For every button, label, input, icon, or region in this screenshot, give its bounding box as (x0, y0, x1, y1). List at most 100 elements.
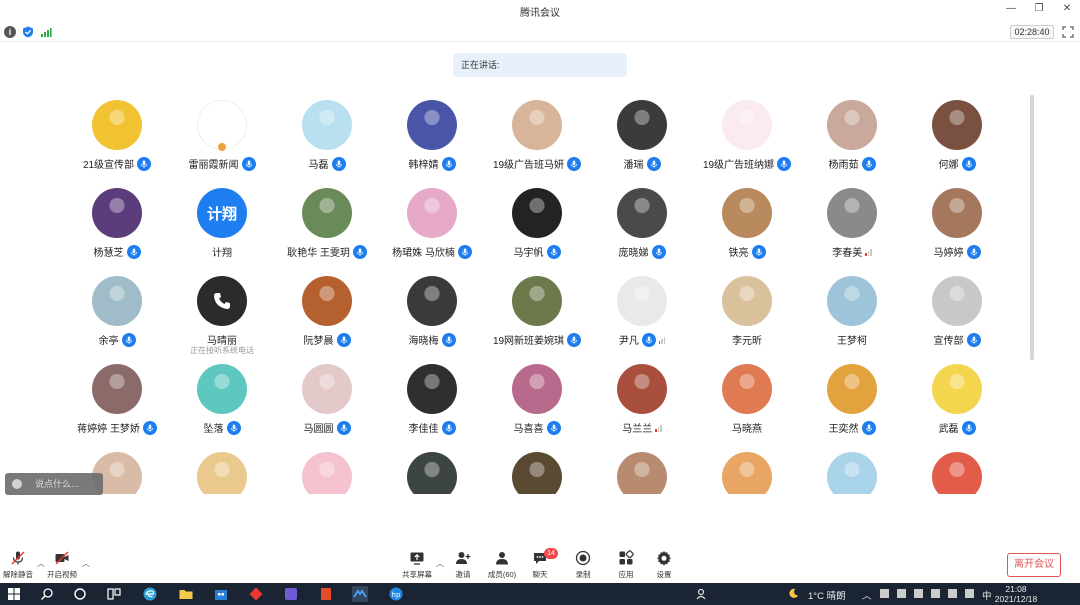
tray-app-icon-4[interactable] (931, 589, 940, 598)
mic-on-icon (751, 244, 766, 259)
participant-tile[interactable]: 19级广告班马妍 (483, 98, 591, 186)
participant-tile[interactable]: 铁亮 (693, 186, 801, 274)
participant-tile[interactable] (483, 450, 591, 494)
participant-tile[interactable]: 宣传部 (903, 274, 1008, 362)
participant-tile[interactable]: 雷丽霞新闻 (168, 98, 276, 186)
participant-tile[interactable]: 余亭 (63, 274, 171, 362)
participant-tile[interactable]: 马圆圆 (273, 362, 381, 450)
file-explorer-icon[interactable] (178, 586, 194, 602)
grid-scrollbar[interactable] (1030, 95, 1034, 360)
participant-tile[interactable]: 21级宣传部 (63, 98, 171, 186)
window-title: 腾讯会议 (520, 8, 560, 19)
participant-tile[interactable]: 蒋婷婷 王梦娇 (63, 362, 171, 450)
chat-quick-input[interactable]: 说点什么... (5, 473, 103, 495)
participant-tile[interactable]: 武磊 (903, 362, 1008, 450)
participant-tile[interactable]: 19网新班姜婉琪 (483, 274, 591, 362)
participant-tile[interactable]: 庞晓娣 (588, 186, 696, 274)
participant-tile[interactable]: 马兰兰 (588, 362, 696, 450)
meeting-toolbar: 解除静音 ︿ 开启视频 ︿ 共享屏幕 ︿ 邀请 成员(60) 聊天 14 录制 … (0, 540, 1080, 583)
minimize-button[interactable]: — (1004, 3, 1018, 14)
tray-app-icon-1[interactable] (880, 589, 889, 598)
tray-expand-chevron-icon[interactable]: ︿ (862, 588, 872, 602)
participant-avatar (407, 188, 457, 238)
participant-tile[interactable]: 王奕然 (798, 362, 906, 450)
participant-tile[interactable]: 李春美 (798, 186, 906, 274)
maximize-button[interactable]: ❐ (1032, 3, 1046, 14)
participant-tile[interactable]: 尹凡 (588, 274, 696, 362)
participant-tile[interactable]: 李元昕 (693, 274, 801, 362)
shield-icon[interactable] (22, 26, 34, 38)
tencent-meeting-icon[interactable] (352, 586, 368, 602)
fullscreen-icon[interactable] (1062, 26, 1074, 38)
participant-avatar (827, 452, 877, 494)
share-screen-button[interactable]: 共享屏幕 (395, 550, 439, 580)
office-icon[interactable] (318, 586, 334, 602)
participant-tile[interactable]: 马磊 (273, 98, 381, 186)
participant-tile[interactable] (273, 450, 381, 494)
volume-icon[interactable] (948, 589, 957, 598)
mic-on-icon (646, 156, 661, 171)
participant-tile[interactable]: 李佳佳 (378, 362, 486, 450)
participant-name: 蒋婷婷 王梦娇 (77, 424, 140, 435)
participant-tile[interactable]: 何娜 (903, 98, 1008, 186)
clock-date: 2021/12/18 (994, 594, 1038, 604)
participant-tile[interactable]: 杨雨茹 (798, 98, 906, 186)
participant-tile[interactable] (903, 450, 1008, 494)
settings-button[interactable]: 设置 (642, 550, 686, 580)
network-signal-icon[interactable] (40, 26, 52, 38)
people-icon[interactable] (694, 586, 710, 602)
invite-button[interactable]: 邀请 (441, 550, 485, 580)
participant-tile[interactable]: 潘瑞 (588, 98, 696, 186)
search-icon[interactable] (39, 586, 55, 602)
participant-tile[interactable]: 耿艳华 王雯玥 (273, 186, 381, 274)
participant-avatar (302, 452, 352, 494)
wifi-icon[interactable] (965, 589, 974, 598)
red-app-icon[interactable] (248, 586, 264, 602)
video-options-chevron-icon[interactable]: ︿ (82, 558, 90, 569)
task-view-icon[interactable] (106, 586, 122, 602)
participant-avatar (512, 276, 562, 326)
participant-tile[interactable]: 阮梦晨 (273, 274, 381, 362)
close-button[interactable]: ✕ (1060, 3, 1074, 14)
edge-browser-icon[interactable] (142, 586, 158, 602)
tray-app-icon-2[interactable] (897, 589, 906, 598)
unmute-button[interactable]: 解除静音 (0, 550, 40, 580)
chat-bubble-icon (12, 479, 22, 489)
participant-tile[interactable]: 马喜喜 (483, 362, 591, 450)
info-icon[interactable]: i (4, 26, 16, 38)
invite-label: 邀请 (455, 570, 471, 579)
participant-name: 尹凡 (618, 336, 639, 347)
leave-meeting-button[interactable]: 离开会议 (1007, 553, 1061, 577)
participant-tile[interactable]: 19级广告班纳娜 (693, 98, 801, 186)
participant-tile[interactable]: 计翔 计翔 (168, 186, 276, 274)
participant-tile[interactable] (378, 450, 486, 494)
record-button[interactable]: 录制 (561, 550, 605, 580)
participant-tile[interactable]: 杨珺姝 马欣楠 (378, 186, 486, 274)
start-video-label: 开启视频 (47, 570, 77, 579)
participant-name: 铁亮 (728, 248, 749, 259)
participant-tile[interactable]: 海晓梅 (378, 274, 486, 362)
participant-tile[interactable]: 坠落 (168, 362, 276, 450)
hp-icon[interactable]: hp (388, 586, 404, 602)
purple-app-icon[interactable] (283, 586, 299, 602)
participant-tile[interactable] (588, 450, 696, 494)
participant-tile[interactable]: 马晴丽 正在接听系统电话 (168, 274, 276, 362)
participant-tile[interactable]: 杨慧芝 (63, 186, 171, 274)
participant-tile[interactable]: 马婷婷 (903, 186, 1008, 274)
participant-tile[interactable] (693, 450, 801, 494)
start-video-button[interactable]: 开启视频 (40, 550, 84, 580)
windows-start-icon[interactable] (6, 586, 22, 602)
store-icon[interactable] (213, 586, 229, 602)
participant-tile[interactable]: 韩梓婧 (378, 98, 486, 186)
tray-app-icon-3[interactable] (914, 589, 923, 598)
participant-tile[interactable]: 马宇帆 (483, 186, 591, 274)
chat-unread-badge: 14 (544, 548, 558, 559)
participant-tile[interactable]: 王梦柯 (798, 274, 906, 362)
mic-on-icon (641, 332, 656, 347)
participant-tile[interactable] (798, 450, 906, 494)
participant-tile[interactable] (168, 450, 276, 494)
cortana-icon[interactable] (72, 586, 88, 602)
weather-text[interactable]: 1°C 晴朗 (808, 588, 846, 602)
taskbar-clock[interactable]: 21:08 2021/12/18 (988, 584, 1044, 604)
participant-tile[interactable]: 马晓燕 (693, 362, 801, 450)
